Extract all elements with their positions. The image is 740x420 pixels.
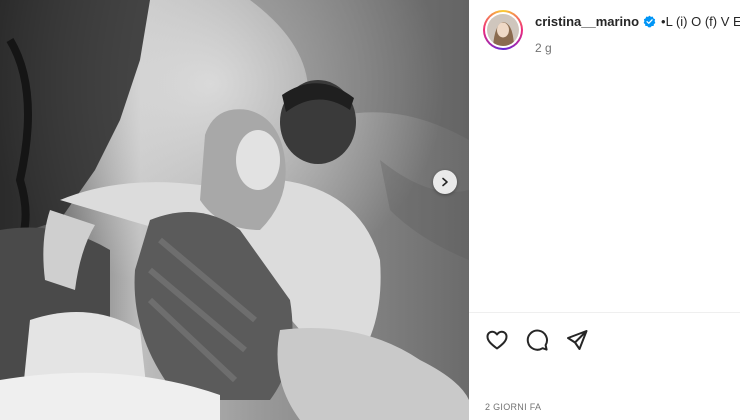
post-timestamp[interactable]: 2 GIORNI FA [485, 402, 541, 412]
relative-time[interactable]: 2 g [535, 41, 740, 55]
post-meta: cristina__marino •L (i) O (f) V E 2 g [535, 14, 740, 55]
author-username[interactable]: cristina__marino [535, 14, 639, 29]
divider [469, 312, 740, 313]
paper-plane-icon[interactable] [565, 328, 589, 352]
author-line: cristina__marino •L (i) O (f) V E [535, 14, 740, 29]
next-media-button[interactable] [433, 170, 457, 194]
post-photo [0, 0, 469, 420]
comment-icon[interactable] [525, 328, 549, 352]
instagram-post: cristina__marino •L (i) O (f) V E 2 g 2 … [0, 0, 740, 420]
post-media[interactable] [0, 0, 469, 420]
avatar-image [487, 14, 519, 46]
chevron-right-icon [442, 177, 448, 187]
verified-badge-icon [643, 15, 656, 28]
action-bar [485, 328, 589, 352]
avatar-ring [485, 12, 521, 48]
post-header: cristina__marino •L (i) O (f) V E 2 g [483, 10, 740, 55]
post-caption: •L (i) O (f) V E [661, 14, 740, 29]
avatar[interactable] [483, 10, 523, 50]
heart-icon[interactable] [485, 328, 509, 352]
post-sidebar: cristina__marino •L (i) O (f) V E 2 g 2 … [469, 0, 740, 420]
